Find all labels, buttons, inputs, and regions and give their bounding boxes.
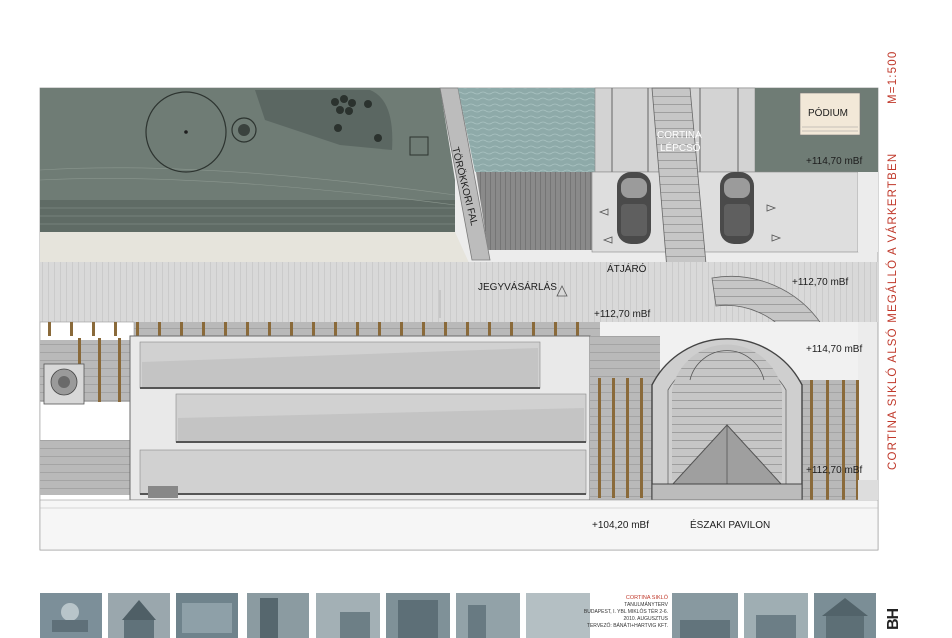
label-podium: PÓDIUM [808,106,848,119]
label-stair-1: CORTINA [657,130,702,141]
photo-strip [40,593,876,638]
site-plan: PÓDIUM CORTINA LÉPCSŐ TÖRÖKKORI FAL JEGY… [39,51,902,638]
funicular-car-left [617,172,651,244]
sheet-scale: M=1:500 [887,51,899,104]
level-5: +112,70 mBf [806,465,862,476]
credit-line-3: BUDAPEST, I. YBL MIKLÓS TÉR 2-6. [584,608,668,615]
level-4: +114,70 mBf [806,344,862,355]
water-pool [458,88,600,172]
credit-line-1: CORTINA SIKLÓ [626,594,669,601]
funicular-car-right [720,172,754,244]
level-3: +112,70 mBf [594,309,650,320]
credit-line-4: 2010. AUGUSZTUS [624,616,669,622]
label-passage: ÁTJÁRÓ [607,262,647,275]
credit-line-5: TERVEZŐ: BÁNÁTI+HARTVIG KFT. [587,622,668,629]
company-logo: BH [885,608,902,630]
hatched-block [476,172,592,250]
level-2: +112,70 mBf [792,277,848,288]
label-gloriette: GLORIETTE [54,425,111,436]
level-6: +104,20 mBf [592,520,649,531]
sheet-title: CORTINA SIKLÓ ALSÓ MEGÁLLÓ A VÁRKERTBEN [886,153,899,470]
north-pavilion [651,338,803,501]
level-1: +114,70 mBf [806,156,862,167]
credit-line-2: TANULMÁNYTERV [624,601,668,608]
label-north-pavilion: ÉSZAKI PAVILON [690,518,770,531]
sand-area [40,232,470,265]
label-ticket: JEGYVÁSÁRLÁS [478,280,557,293]
label-stair-2: LÉPCSŐ [660,140,701,154]
